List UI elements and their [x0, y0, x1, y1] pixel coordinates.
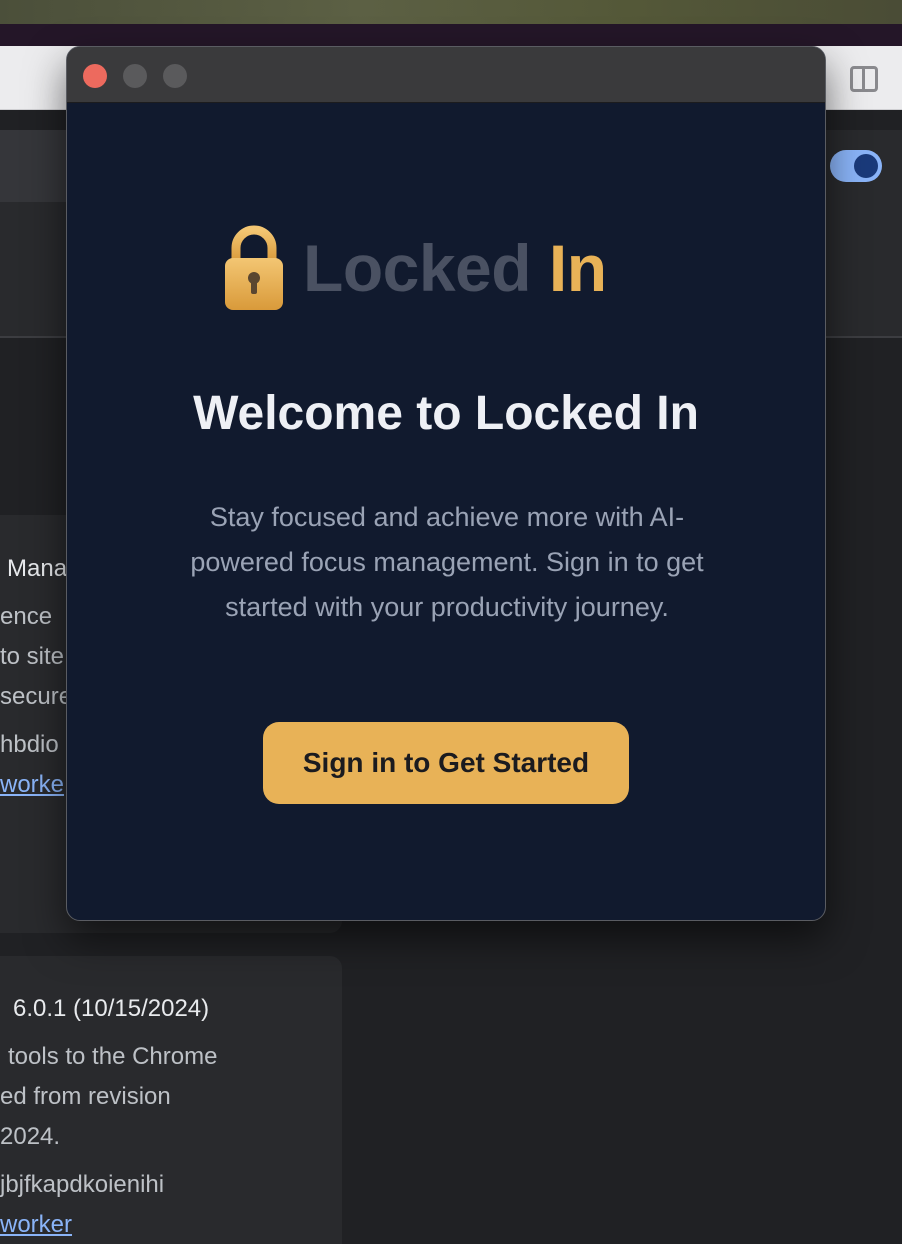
maximize-window-button[interactable] — [163, 64, 187, 88]
logo-word-locked: Locked — [303, 231, 532, 305]
service-worker-link[interactable]: worke — [0, 765, 64, 805]
app-logo: Locked In — [223, 223, 607, 313]
developer-mode-toggle[interactable] — [830, 150, 882, 182]
logo-word-in: In — [548, 231, 607, 305]
extension-id: jbjfkapdkoienihi — [0, 1171, 165, 1198]
window-titlebar — [67, 47, 825, 103]
extension-description-line: ed from revision — [0, 1083, 171, 1110]
minimize-window-button[interactable] — [123, 64, 147, 88]
desktop-wallpaper — [0, 0, 902, 24]
extension-description-line: to site — [0, 643, 65, 670]
extension-card: 6.0.1 (10/15/2024) tools to the Chrome e… — [0, 956, 342, 1244]
extension-id: hbdio — [0, 731, 59, 758]
welcome-heading: Welcome to Locked In — [193, 387, 699, 440]
welcome-description: Stay focused and achieve more with AI-po… — [190, 502, 704, 622]
toggle-knob — [854, 154, 878, 178]
extension-version: 6.0.1 (10/15/2024) — [13, 995, 210, 1022]
extension-description-line: secure — [0, 683, 73, 710]
extension-name: Mana — [7, 555, 68, 582]
extension-description-line: ence — [0, 603, 53, 630]
locked-in-popup-window: Locked In Welcome to Locked In Stay focu… — [66, 46, 826, 921]
extension-description-line: 2024. — [0, 1123, 61, 1150]
service-worker-link[interactable]: worker — [0, 1205, 72, 1244]
menu-bar-strip — [0, 24, 902, 46]
sign-in-button[interactable]: Sign in to Get Started — [263, 722, 629, 804]
close-window-button[interactable] — [83, 64, 107, 88]
padlock-icon — [225, 225, 283, 310]
side-panel-icon[interactable] — [850, 66, 878, 92]
extension-description-line: tools to the Chrome — [8, 1043, 218, 1070]
